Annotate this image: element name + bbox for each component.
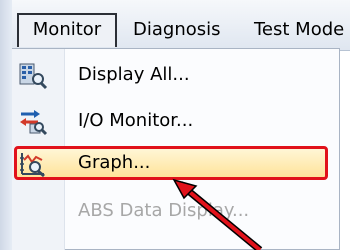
annotation-arrow <box>172 178 263 250</box>
